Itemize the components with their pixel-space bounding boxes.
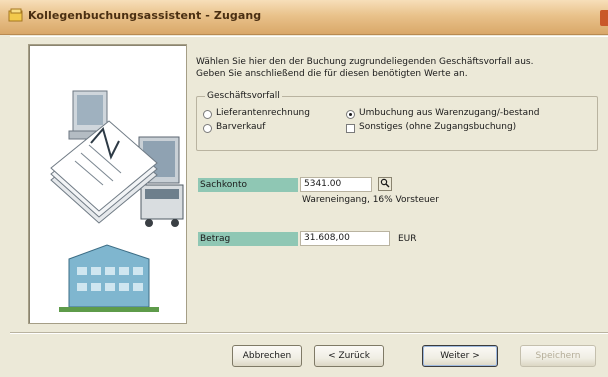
amount-label-text: Betrag: [200, 234, 231, 244]
account-value: 5341.00: [304, 179, 342, 189]
amount-currency: EUR: [398, 234, 417, 244]
amount-label: Betrag: [198, 232, 298, 246]
radio-supplier-invoice[interactable]: [203, 110, 212, 119]
radio-supplier-invoice-label[interactable]: Lieferantenrechnung: [216, 108, 310, 118]
account-lookup-button[interactable]: [378, 177, 392, 191]
wizard-window: Kollegenbuchungsassistent - Zugang Wähle…: [0, 0, 608, 377]
next-button[interactable]: Weiter >: [422, 345, 498, 367]
radio-cash-sale[interactable]: [203, 124, 212, 133]
cancel-button[interactable]: Abbrechen: [232, 345, 302, 367]
next-button-label: Weiter >: [440, 351, 480, 361]
cancel-button-label: Abbrechen: [242, 351, 292, 361]
close-icon[interactable]: [600, 10, 608, 26]
checkbox-other[interactable]: [346, 124, 355, 133]
title-bar[interactable]: Kollegenbuchungsassistent - Zugang: [0, 0, 608, 35]
intro-line-1: Wählen Sie hier den der Buchung zugrunde…: [196, 57, 534, 67]
button-separator: [10, 332, 608, 334]
amount-value: 31.608,00: [304, 233, 350, 243]
illustration-graphic: [50, 90, 184, 312]
search-icon: [380, 178, 390, 188]
intro-line-2: Geben Sie anschließend die für diesen be…: [196, 69, 468, 79]
radio-cash-sale-label[interactable]: Barverkauf: [216, 122, 265, 132]
amount-input[interactable]: 31.608,00: [300, 231, 390, 246]
back-button-label: < Zurück: [328, 351, 370, 361]
intro-text: Wählen Sie hier den der Buchung zugrunde…: [196, 56, 596, 80]
account-description: Wareneingang, 16% Vorsteuer: [302, 195, 439, 205]
back-button[interactable]: < Zurück: [314, 345, 384, 367]
app-icon: [8, 8, 23, 22]
window-title: Kollegenbuchungsassistent - Zugang: [28, 9, 262, 22]
finish-button[interactable]: Speichern: [520, 345, 596, 367]
radio-transfer-from-stock[interactable]: [346, 110, 355, 119]
wizard-illustration: [28, 44, 187, 324]
finish-button-label: Speichern: [535, 351, 581, 361]
checkbox-other-label[interactable]: Sonstiges (ohne Zugangsbuchung): [359, 122, 516, 132]
radio-transfer-from-stock-label[interactable]: Umbuchung aus Warenzugang/-bestand: [359, 108, 540, 118]
account-input[interactable]: 5341.00: [300, 177, 372, 192]
group-legend: Geschäftsvorfall: [205, 91, 282, 101]
account-label: Sachkonto: [198, 178, 298, 192]
account-label-text: Sachkonto: [200, 180, 248, 190]
